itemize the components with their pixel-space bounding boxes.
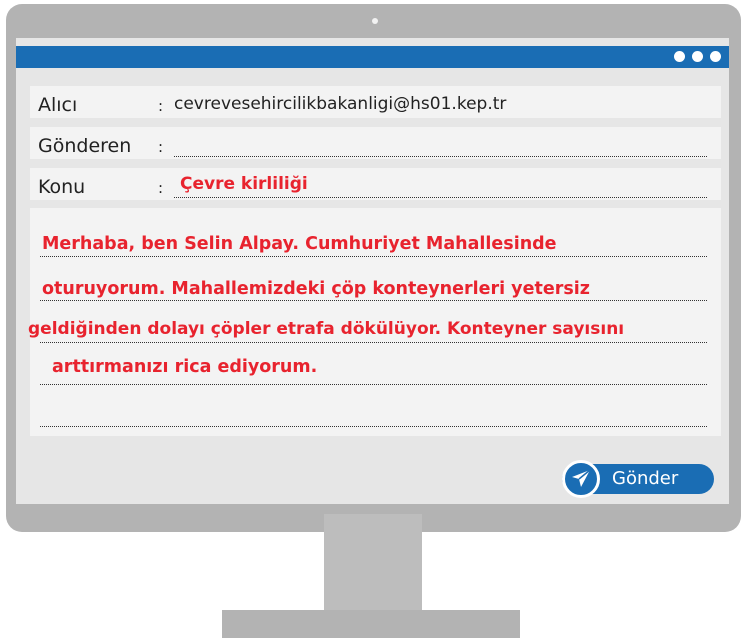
subject-input-line <box>174 197 707 198</box>
body-line <box>40 426 707 427</box>
dot <box>692 51 703 62</box>
monitor-stand-neck <box>324 514 422 610</box>
message-line: Merhaba, ben Selin Alpay. Cumhuriyet Mah… <box>42 234 557 254</box>
subject-colon: : <box>158 179 164 197</box>
from-colon: : <box>158 138 164 156</box>
more-dots-icon[interactable] <box>674 51 721 62</box>
to-field[interactable]: Alıcı : cevrevesehircilikbakanligi@hs01.… <box>30 86 721 118</box>
to-value: cevrevesehircilikbakanligi@hs01.kep.tr <box>174 94 507 114</box>
from-field[interactable]: Gönderen : <box>30 127 721 159</box>
body-line <box>40 342 707 343</box>
email-window: Alıcı : cevrevesehircilikbakanligi@hs01.… <box>16 38 729 504</box>
dot <box>710 51 721 62</box>
message-line: arttırmanızı rica ediyorum. <box>52 357 318 377</box>
message-line: oturuyorum. Mahallemizdeki çöp konteyner… <box>42 279 590 299</box>
dot <box>674 51 685 62</box>
body-line <box>40 256 707 257</box>
message-body[interactable]: Merhaba, ben Selin Alpay. Cumhuriyet Mah… <box>28 208 721 436</box>
camera-dot <box>372 18 378 24</box>
to-label: Alıcı <box>38 94 78 116</box>
window-titlebar <box>16 46 729 68</box>
send-label: Gönder <box>612 468 679 489</box>
from-input-line <box>174 156 707 157</box>
paper-plane-icon <box>562 460 600 498</box>
body-line <box>40 384 707 385</box>
monitor-stand-base <box>222 610 520 638</box>
send-button[interactable]: Gönder <box>562 460 714 498</box>
subject-field[interactable]: Konu : Çevre kirliliği <box>30 168 721 200</box>
monitor-frame: Alıcı : cevrevesehircilikbakanligi@hs01.… <box>6 4 741 532</box>
to-colon: : <box>158 97 164 115</box>
from-label: Gönderen <box>38 135 132 157</box>
message-line: geldiğinden dolayı çöpler etrafa dökülüy… <box>28 319 625 339</box>
subject-label: Konu <box>38 176 86 198</box>
body-line <box>40 300 707 301</box>
subject-value: Çevre kirliliği <box>180 174 308 194</box>
